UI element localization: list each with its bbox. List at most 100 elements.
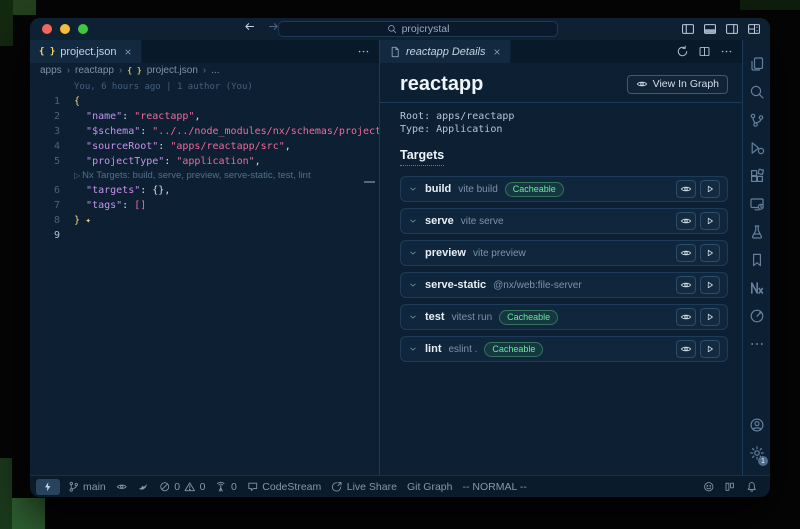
debug-icon bbox=[749, 140, 765, 156]
status-problems[interactable]: 00 bbox=[154, 476, 211, 497]
dove-icon bbox=[137, 481, 149, 493]
status-vim-mode[interactable]: -- NORMAL -- bbox=[457, 476, 531, 497]
target-command: vite serve bbox=[461, 216, 504, 227]
view-target-button[interactable] bbox=[676, 308, 696, 326]
target-actions bbox=[676, 340, 720, 358]
refresh-icon[interactable] bbox=[676, 45, 689, 58]
breadcrumb-item[interactable]: ... bbox=[211, 65, 219, 76]
run-target-button[interactable] bbox=[700, 308, 720, 326]
scrollbar-decoration[interactable] bbox=[364, 181, 375, 183]
status-live-share[interactable]: Live Share bbox=[326, 476, 402, 497]
minimize-window-button[interactable] bbox=[60, 24, 70, 34]
activity-ellipsis[interactable] bbox=[743, 330, 770, 358]
activity-debug[interactable] bbox=[743, 134, 770, 162]
smiley-icon bbox=[703, 481, 715, 493]
status-remote-indicator[interactable] bbox=[36, 479, 60, 495]
navigate-back-button[interactable] bbox=[243, 20, 256, 38]
activity-nx[interactable] bbox=[743, 274, 770, 302]
layout-icon[interactable] bbox=[747, 22, 761, 36]
line-number: 9 bbox=[30, 228, 60, 243]
status-ports[interactable]: 0 bbox=[210, 476, 241, 497]
target-row-serve-static[interactable]: serve-static@nx/web:file-server bbox=[400, 272, 728, 298]
chevron-down-icon[interactable] bbox=[408, 312, 418, 322]
view-target-button[interactable] bbox=[676, 244, 696, 262]
status-toggle-blame[interactable] bbox=[111, 476, 133, 497]
breadcrumb-item[interactable]: reactapp bbox=[75, 65, 114, 76]
activity-files[interactable] bbox=[743, 50, 770, 78]
chevron-down-icon[interactable] bbox=[408, 216, 418, 226]
target-row-preview[interactable]: previewvite preview bbox=[400, 240, 728, 266]
status-label: Live Share bbox=[347, 481, 397, 493]
codelens-nx-targets[interactable]: ▷Nx Targets: build, serve, preview, serv… bbox=[30, 169, 379, 183]
status-git-branch[interactable]: main bbox=[63, 476, 111, 497]
activity-extensions[interactable] bbox=[743, 162, 770, 190]
view-target-button[interactable] bbox=[676, 180, 696, 198]
status-feedback[interactable] bbox=[698, 481, 720, 493]
activity-search[interactable] bbox=[743, 78, 770, 106]
target-row-serve[interactable]: servevite serve bbox=[400, 208, 728, 234]
command-center-search[interactable]: projcrystal bbox=[278, 21, 558, 37]
status-label: 0 bbox=[200, 481, 206, 493]
panel-bottom-icon[interactable] bbox=[703, 22, 717, 36]
line-number: 8 bbox=[30, 213, 60, 228]
target-row-lint[interactable]: linteslint .Cacheable bbox=[400, 336, 728, 362]
target-row-test[interactable]: testvitest runCacheable bbox=[400, 304, 728, 330]
status-layout-columns[interactable] bbox=[719, 481, 741, 493]
status-notifications[interactable] bbox=[741, 481, 763, 493]
blame-annotation[interactable]: You, 6 hours ago | 1 author (You) bbox=[30, 81, 379, 94]
ellipsis-icon[interactable] bbox=[720, 45, 733, 58]
panel-right-icon[interactable] bbox=[725, 22, 739, 36]
activity-beaker[interactable] bbox=[743, 218, 770, 246]
view-target-button[interactable] bbox=[676, 276, 696, 294]
status-codestream[interactable]: CodeStream bbox=[242, 476, 326, 497]
cacheable-badge: Cacheable bbox=[505, 182, 564, 197]
tower-icon bbox=[215, 481, 227, 493]
activity-account[interactable] bbox=[743, 411, 770, 439]
chevron-down-icon[interactable] bbox=[408, 248, 418, 258]
ellipsis-icon[interactable] bbox=[357, 45, 370, 58]
target-row-build[interactable]: buildvite buildCacheable bbox=[400, 176, 728, 202]
status-bird-extension[interactable] bbox=[132, 476, 154, 497]
activity-bookmark[interactable] bbox=[743, 246, 770, 274]
desktop-background bbox=[7, 498, 45, 529]
activity-gitlens[interactable] bbox=[743, 302, 770, 330]
code-line: 9 bbox=[30, 228, 379, 243]
breadcrumb-item[interactable]: apps bbox=[40, 65, 62, 76]
run-target-button[interactable] bbox=[700, 180, 720, 198]
eye-icon bbox=[636, 78, 648, 90]
view-target-button[interactable] bbox=[676, 212, 696, 230]
panel-left-icon[interactable] bbox=[681, 22, 695, 36]
activity-remote[interactable] bbox=[743, 190, 770, 218]
chevron-down-icon[interactable] bbox=[408, 280, 418, 290]
close-tab-icon[interactable]: × bbox=[125, 46, 132, 58]
status-git-graph[interactable]: Git Graph bbox=[402, 476, 458, 497]
close-window-button[interactable] bbox=[42, 24, 52, 34]
target-command: eslint . bbox=[449, 344, 478, 355]
close-tab-icon[interactable]: × bbox=[494, 46, 501, 58]
line-number: 1 bbox=[30, 94, 60, 109]
chevron-down-icon[interactable] bbox=[408, 184, 418, 194]
code-text: { bbox=[60, 94, 80, 109]
chevron-down-icon[interactable] bbox=[408, 344, 418, 354]
run-target-button[interactable] bbox=[700, 340, 720, 358]
activity-bar: 1 bbox=[742, 40, 770, 475]
run-target-button[interactable] bbox=[700, 212, 720, 230]
split-icon[interactable] bbox=[698, 45, 711, 58]
tab-reactapp-details[interactable]: reactapp Details × bbox=[380, 40, 511, 63]
code-text: "projectType": "application", bbox=[60, 154, 261, 169]
liveshare-icon bbox=[331, 481, 343, 493]
zoom-window-button[interactable] bbox=[78, 24, 88, 34]
activity-gear[interactable]: 1 bbox=[743, 439, 770, 467]
code-line: 1{ bbox=[30, 94, 379, 109]
code-editor[interactable]: You, 6 hours ago | 1 author (You) 1{2 "n… bbox=[30, 78, 379, 475]
view-target-button[interactable] bbox=[676, 340, 696, 358]
target-command: vitest run bbox=[452, 312, 493, 323]
tab-project-json[interactable]: { } project.json × bbox=[30, 40, 142, 63]
targets-heading: Targets bbox=[400, 148, 444, 166]
breadcrumb-item[interactable]: project.json bbox=[147, 65, 198, 76]
view-in-graph-button[interactable]: View In Graph bbox=[627, 75, 728, 94]
run-target-button[interactable] bbox=[700, 244, 720, 262]
json-braces-icon: { } bbox=[127, 66, 141, 75]
activity-source-control[interactable] bbox=[743, 106, 770, 134]
run-target-button[interactable] bbox=[700, 276, 720, 294]
